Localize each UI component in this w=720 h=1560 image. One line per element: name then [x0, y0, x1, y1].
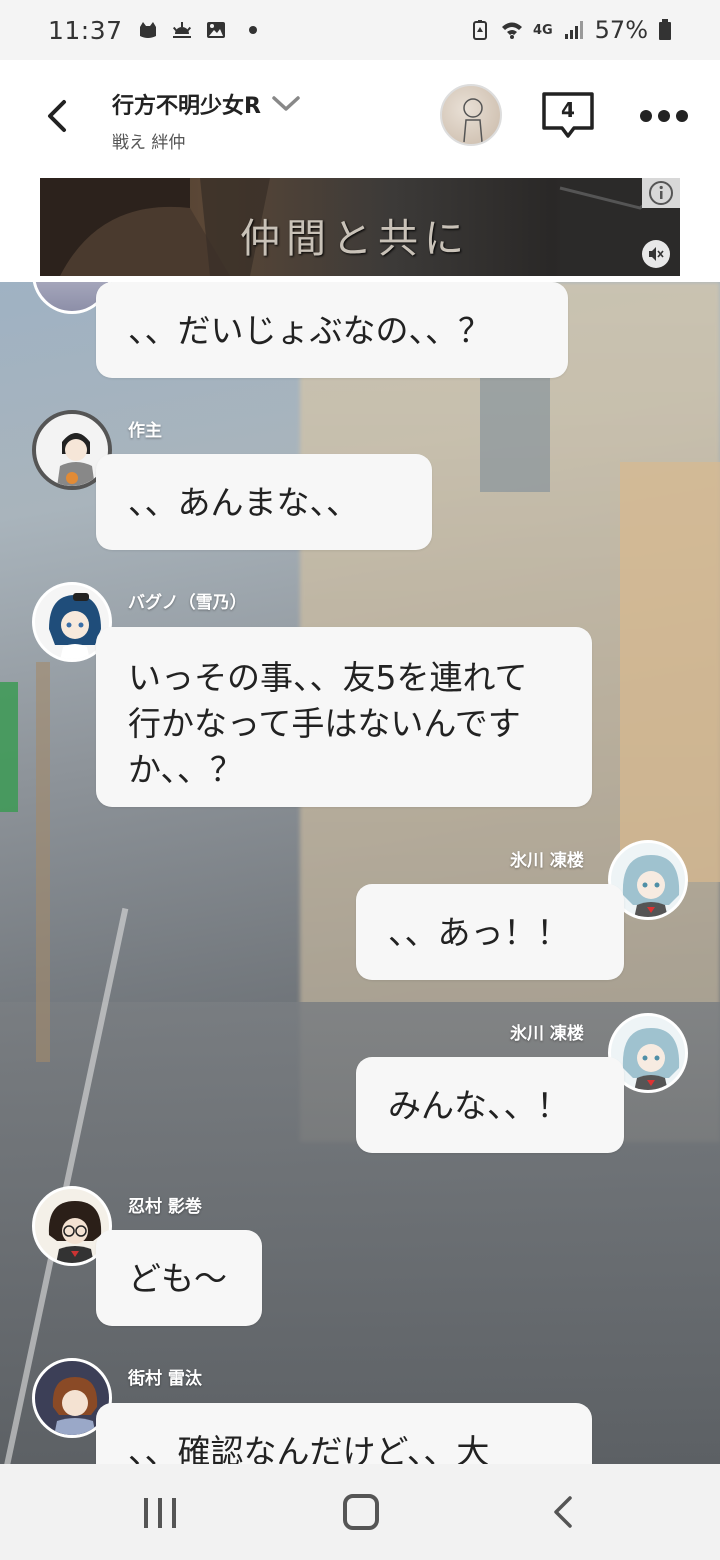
more-dot — [676, 110, 688, 122]
image-icon — [206, 22, 225, 38]
background-sign — [0, 682, 18, 812]
story-avatar-sketch — [463, 98, 483, 143]
message-bubble[interactable]: 、、だいじょぶなの、、？ — [96, 282, 568, 378]
chat-subtitle: 戦え 絆仲 — [112, 133, 186, 153]
back-arrow-icon[interactable] — [36, 94, 80, 138]
wifi-icon — [501, 22, 522, 39]
notification-icons — [137, 19, 257, 41]
notification-dot — [248, 26, 257, 34]
ad-banner[interactable]: 仲間と共に — [40, 178, 680, 276]
recent-apps-icon[interactable] — [144, 1498, 176, 1528]
info-icon[interactable] — [642, 178, 680, 208]
message-bubble[interactable]: いっその事、、友5を連れて行かなって手はないんですか、、？ — [96, 627, 592, 807]
more-dot — [640, 110, 652, 122]
cat-app-icon — [139, 22, 156, 38]
message-text: 、、だいじょぶなの、、？ — [128, 311, 491, 350]
sender-name: 作主 — [128, 421, 162, 441]
signal-icon — [564, 21, 583, 39]
message-bubble[interactable]: 、、確認なんだけど、、大 — [96, 1403, 592, 1464]
sender-name: バグノ（雪乃） — [128, 593, 247, 613]
mute-icon[interactable] — [642, 240, 670, 268]
background-window — [480, 362, 550, 492]
chat-header: 行方不明少女R 戦え 絆仲 4 — [0, 60, 720, 176]
comment-count: 4 — [561, 98, 575, 122]
chevron-down-icon[interactable] — [271, 94, 301, 114]
message-text: 、、あんまな、、 — [128, 483, 359, 522]
message-text: みんな、、！ — [388, 1086, 570, 1125]
message-text: 、、あっ！！ — [388, 913, 570, 952]
sender-name: 氷川 凍楼 — [510, 851, 584, 871]
status-right: 4G 57% — [469, 16, 672, 44]
message-text: いっその事、、友5を連れて行かなって手はないんですか、、？ — [128, 658, 528, 789]
message-bubble[interactable]: ども〜 — [96, 1230, 262, 1326]
sender-name: 氷川 凍楼 — [510, 1024, 584, 1044]
chat-title-block[interactable]: 行方不明少女R 戦え 絆仲 — [112, 88, 301, 153]
story-avatar[interactable] — [440, 84, 502, 146]
home-icon[interactable] — [343, 1494, 379, 1530]
more-dot — [658, 110, 670, 122]
system-nav-bar — [0, 1464, 720, 1560]
network-type: 4G — [532, 22, 553, 38]
sunrise-icon — [172, 22, 191, 38]
status-time: 11:37 — [48, 15, 123, 45]
message-bubble[interactable]: 、、あっ！！ — [356, 884, 624, 980]
message-text: ども〜 — [128, 1259, 227, 1298]
comments-button[interactable]: 4 — [540, 90, 596, 144]
message-bubble[interactable]: 、、あんまな、、 — [96, 454, 432, 550]
nav-back-icon[interactable] — [548, 1494, 578, 1530]
background-pole — [36, 662, 50, 1062]
sender-name: 街村 雷汰 — [128, 1369, 202, 1389]
chat-title[interactable]: 行方不明少女R — [112, 88, 301, 120]
battery-saver-icon — [472, 20, 487, 40]
more-icon[interactable] — [640, 110, 688, 122]
message-text: 、、確認なんだけど、、大 — [128, 1432, 490, 1464]
sender-name: 忍村 影巻 — [128, 1197, 202, 1217]
battery-icon — [659, 19, 671, 40]
message-bubble[interactable]: みんな、、！ — [356, 1057, 624, 1153]
battery-percent: 57% — [594, 16, 648, 44]
chat-title-text: 行方不明少女R — [112, 94, 261, 119]
background-building-side — [620, 462, 720, 882]
status-bar: 11:37 4G 57% — [0, 0, 720, 60]
chat-area[interactable]: 、、だいじょぶなの、、？ 作主 、、あんまな、、 バグノ（雪乃） いっその事、、… — [0, 282, 720, 1464]
ad-text: 仲間と共に — [240, 216, 470, 262]
